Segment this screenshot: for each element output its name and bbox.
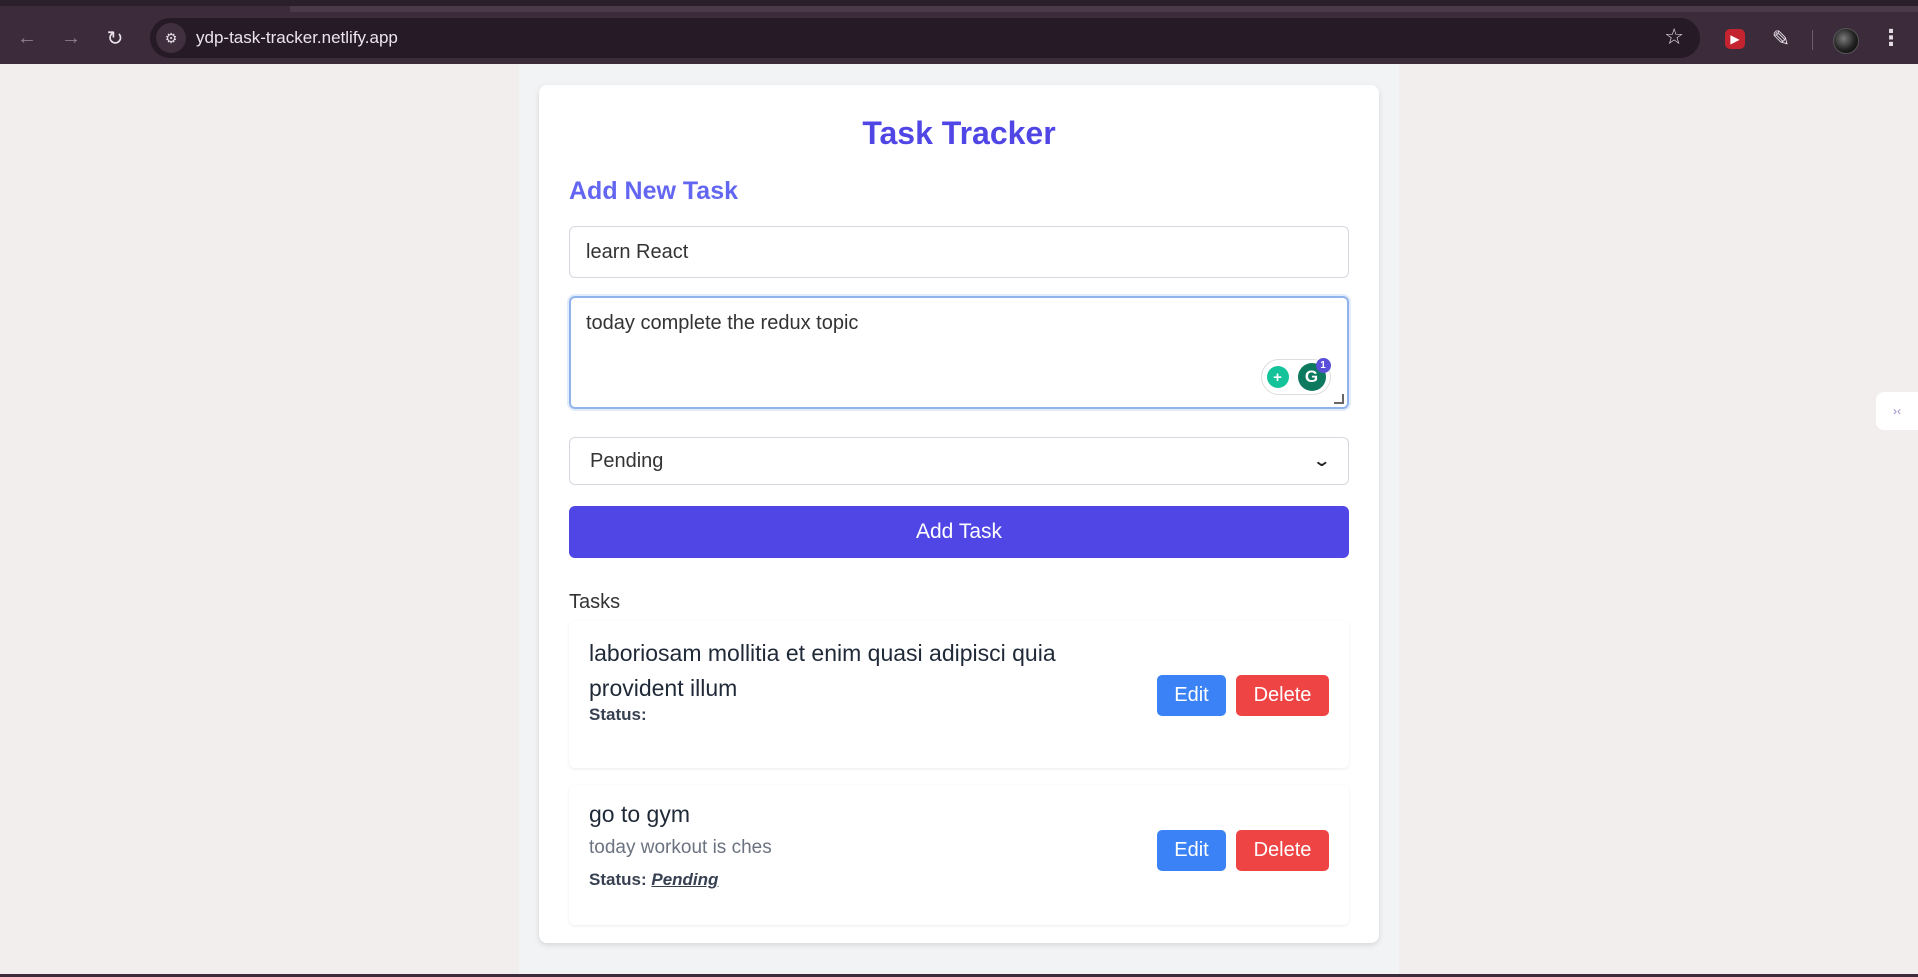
add-task-button[interactable]: Add Task <box>569 506 1349 558</box>
forward-button[interactable]: → <box>56 23 86 53</box>
add-task-heading: Add New Task <box>569 177 739 205</box>
edit-button[interactable]: Edit <box>1157 675 1226 716</box>
status-select[interactable]: Pending ⌄ <box>569 437 1349 485</box>
task-tracker-card: Task Tracker Add New Task learn React to… <box>539 85 1379 943</box>
page-title: Task Tracker <box>862 115 1056 151</box>
kebab-icon[interactable]: ⋮ <box>1880 25 1902 51</box>
grammarly-badge: 1 <box>1315 358 1331 373</box>
task-description-textarea[interactable]: today complete the redux topic + G 1 <box>569 296 1349 409</box>
grammarly-letter: G <box>1304 367 1319 386</box>
back-button[interactable]: ← <box>12 23 42 53</box>
grammarly-bulb-icon[interactable]: + <box>1266 366 1289 388</box>
grammarly-icon[interactable]: G 1 <box>1297 358 1331 391</box>
toolbar-divider <box>1812 30 1813 50</box>
task-status-value: Pending <box>651 870 719 889</box>
star-icon[interactable]: ☆ <box>1664 24 1684 50</box>
tune-icon: ⚙ <box>164 29 178 46</box>
delete-button[interactable]: Delete <box>1236 675 1329 716</box>
site-info-button[interactable]: ⚙ <box>156 23 186 53</box>
arrow-right-icon: → <box>61 26 81 49</box>
resize-handle[interactable] <box>1334 394 1344 404</box>
task-description-value: today complete the redux topic <box>586 312 859 334</box>
status-selected-value: Pending <box>590 449 664 472</box>
avatar[interactable] <box>1833 28 1859 54</box>
task-item: laboriosam mollitia et enim quasi adipis… <box>569 621 1349 768</box>
task-title-value: learn React <box>586 240 689 263</box>
side-widget-icon: ›‹ <box>1893 404 1901 418</box>
address-bar[interactable]: ⚙ ydp-task-tracker.netlify.app ☆ <box>150 18 1700 58</box>
red-extension-icon[interactable]: ▶ <box>1725 29 1745 49</box>
task-status-label: Status: <box>589 870 647 889</box>
tasks-heading: Tasks <box>569 591 621 613</box>
edit-button[interactable]: Edit <box>1157 830 1226 871</box>
grammarly-widget[interactable]: + G 1 <box>1261 358 1331 395</box>
task-description: today workout is ches <box>589 837 772 858</box>
tab-strip <box>290 6 1918 12</box>
task-title: go to gym <box>589 801 690 827</box>
task-status: Status: <box>589 705 647 725</box>
task-status-label: Status: <box>589 705 647 724</box>
task-title: laboriosam mollitia et enim quasi adipis… <box>589 640 1056 701</box>
arrow-left-icon: ← <box>17 26 37 49</box>
chevron-down-icon: ⌄ <box>1311 453 1331 470</box>
reload-button[interactable]: ↻ <box>100 23 130 53</box>
task-status: Status: Pending <box>589 870 718 890</box>
puzzle-icon[interactable]: ✎ <box>1768 26 1794 52</box>
side-panel-widget[interactable]: ›‹ <box>1876 392 1918 430</box>
task-item: go to gym today workout is ches Status: … <box>569 785 1349 925</box>
delete-button[interactable]: Delete <box>1236 830 1329 871</box>
browser-toolbar: ← → ↻ ⚙ ydp-task-tracker.netlify.app ☆ ▶… <box>0 0 1918 64</box>
task-title-input[interactable]: learn React <box>569 226 1349 278</box>
url-text[interactable]: ydp-task-tracker.netlify.app <box>196 28 398 48</box>
reload-icon: ↻ <box>106 27 124 50</box>
